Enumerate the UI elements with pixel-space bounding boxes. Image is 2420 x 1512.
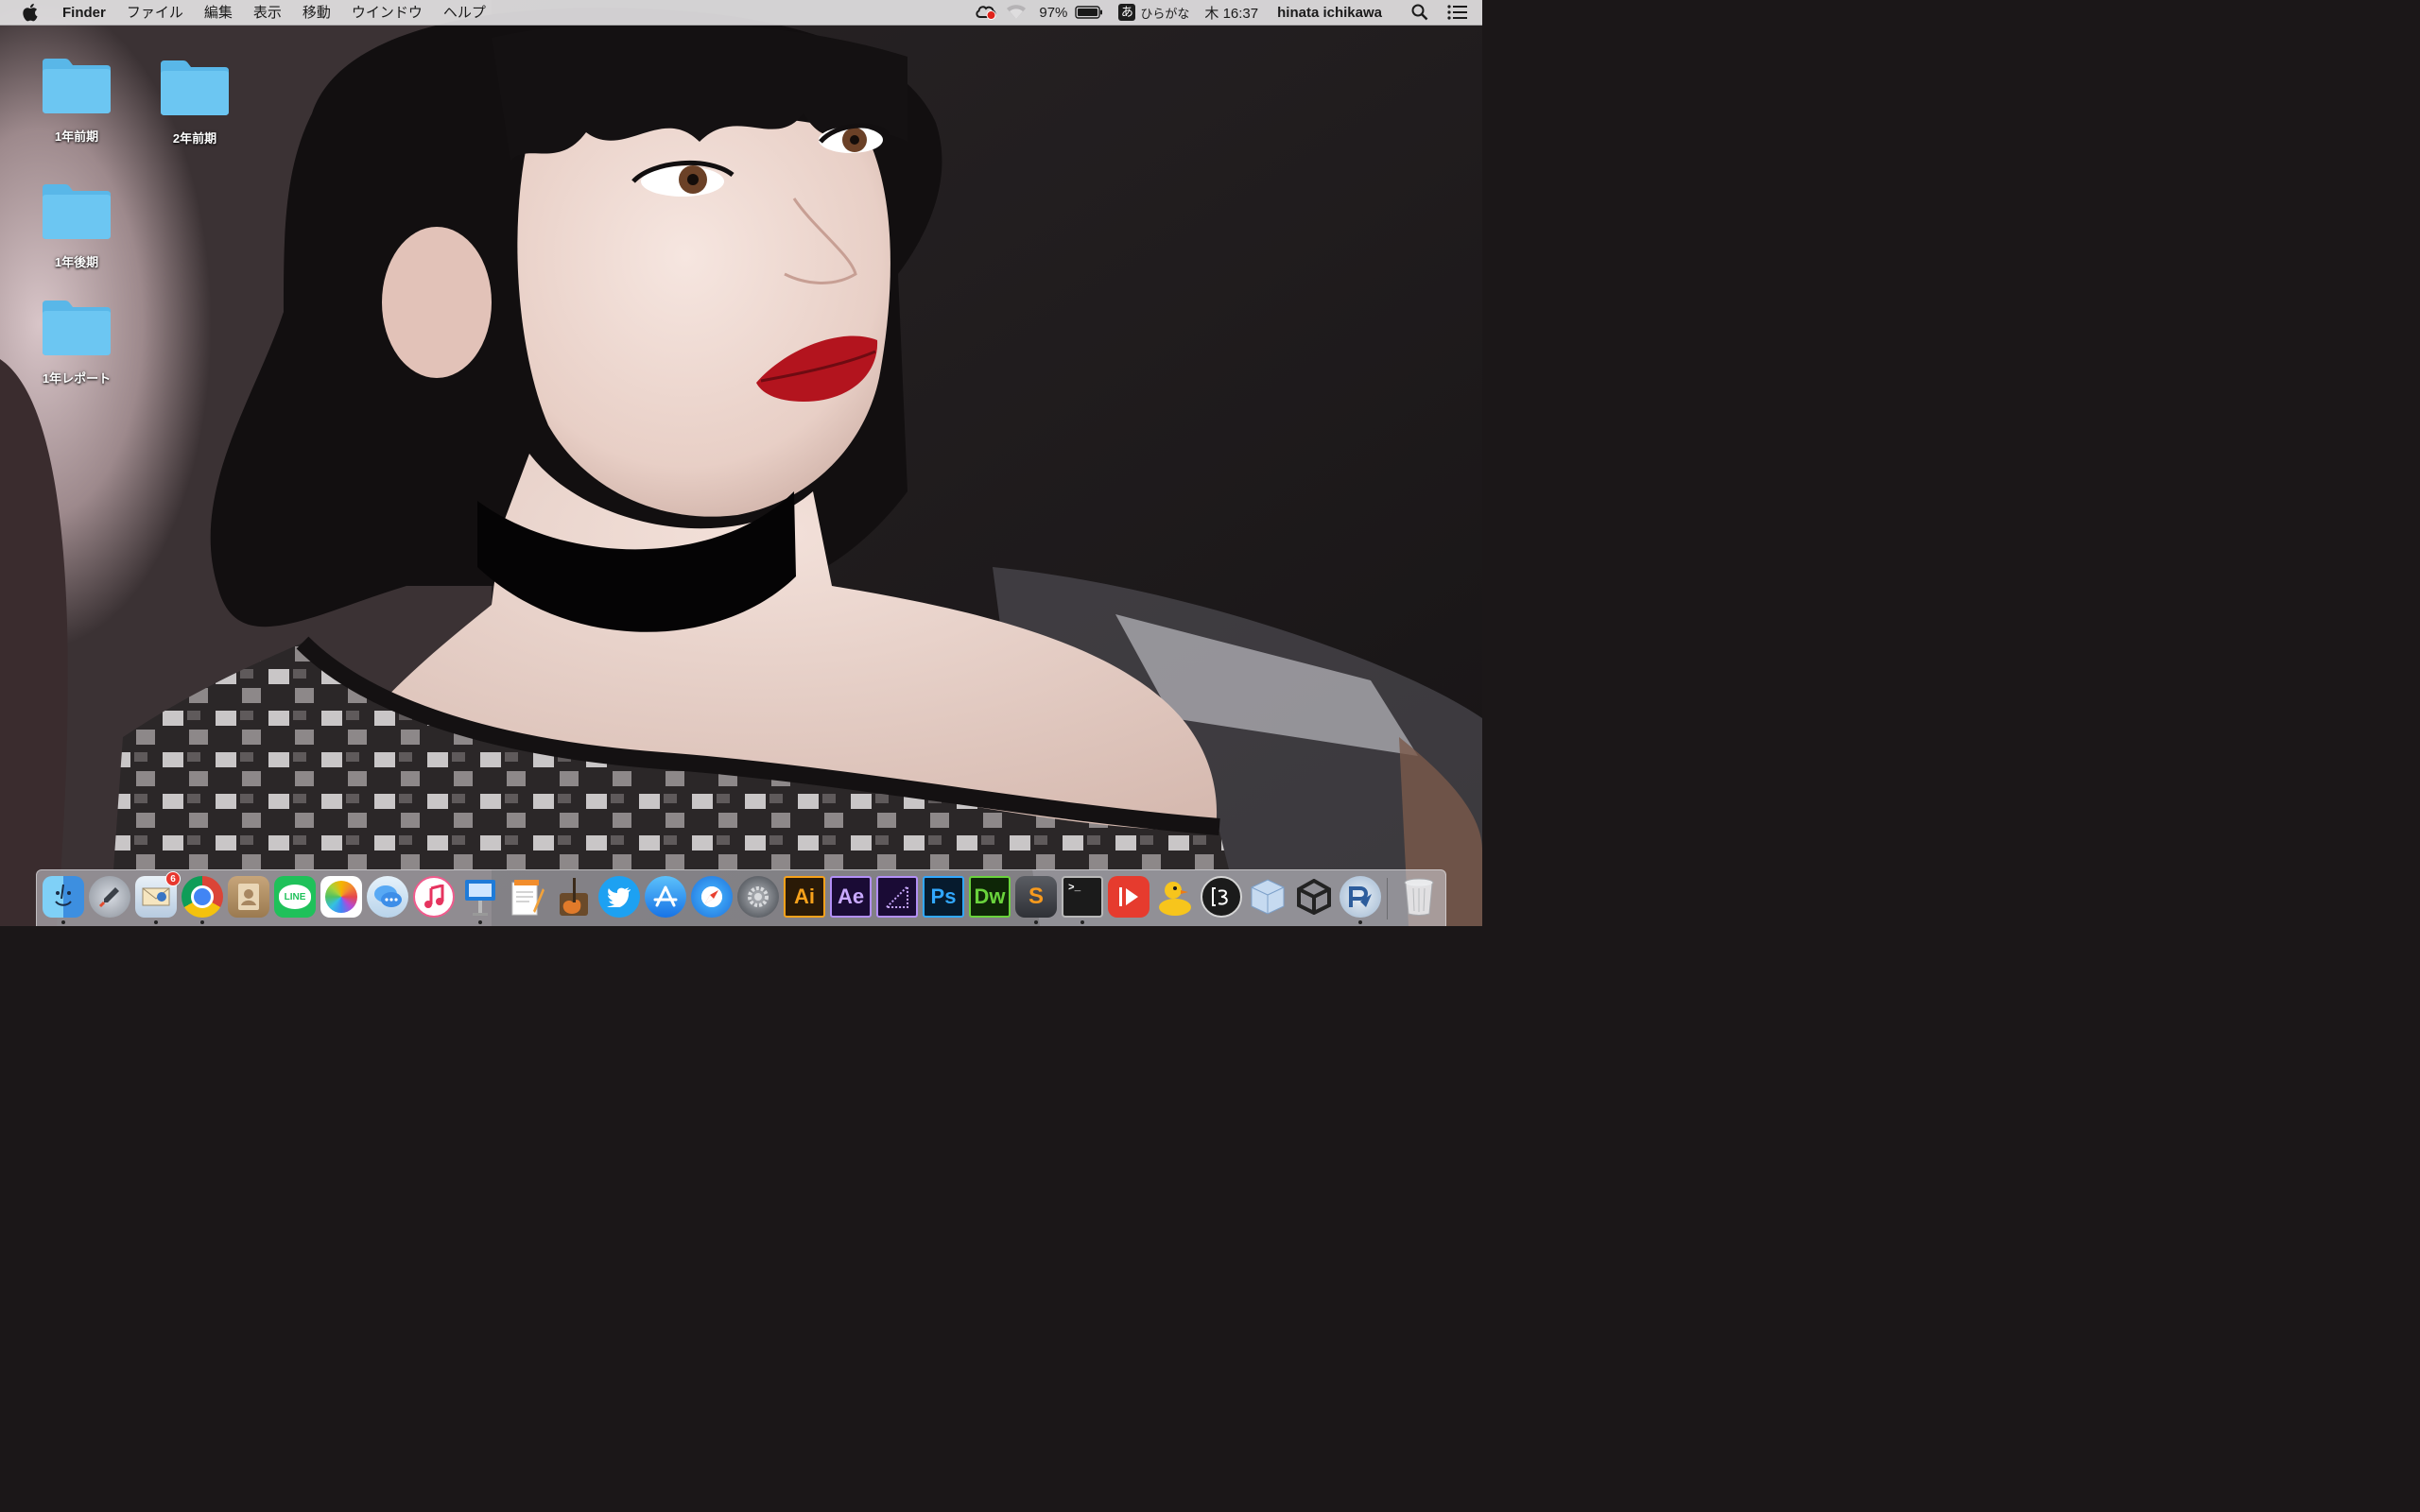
photos-icon[interactable] — [320, 876, 362, 918]
menu-view[interactable]: 表示 — [243, 0, 292, 26]
finder-icon[interactable] — [43, 876, 84, 918]
paw-icon[interactable] — [1340, 876, 1381, 918]
mail-icon[interactable]: 6 — [135, 871, 181, 918]
terminal-icon[interactable]: >_ — [1062, 876, 1103, 918]
menu-file[interactable]: ファイル — [116, 0, 194, 26]
running-indicator — [154, 920, 158, 924]
illustrator-icon[interactable]: Ai — [784, 876, 825, 918]
system-preferences-icon[interactable] — [737, 876, 779, 918]
after-effects-icon[interactable]: Ae — [830, 876, 872, 918]
folder-label: 2年前期 — [172, 131, 217, 146]
messages-icon[interactable] — [367, 876, 408, 918]
running-indicator — [1034, 920, 1038, 924]
folder-icon — [43, 59, 111, 113]
unity-icon[interactable] — [1293, 876, 1335, 918]
menu-window[interactable]: ウインドウ — [341, 0, 433, 26]
hiragana-icon: あ — [1118, 4, 1136, 21]
folder-label: 1年後期 — [54, 255, 99, 269]
chrome-icon[interactable] — [182, 876, 223, 918]
media-encoder-icon[interactable] — [876, 876, 918, 918]
desktop-folder[interactable]: 1年前期 — [25, 57, 129, 145]
apple-menu-icon[interactable] — [21, 2, 42, 23]
menubar-clock[interactable]: 木 16:37 — [1195, 0, 1264, 26]
garageband-icon[interactable] — [552, 876, 594, 918]
twitter-icon[interactable] — [598, 876, 640, 918]
desktop-folder[interactable]: 1年レポート — [25, 299, 129, 387]
spotlight-icon[interactable] — [1401, 0, 1439, 26]
video-player-icon[interactable] — [1108, 876, 1150, 918]
running-indicator — [1358, 920, 1362, 924]
dock-separator — [1387, 878, 1388, 919]
menu-help[interactable]: ヘルプ — [433, 0, 496, 26]
line-label: LINE — [279, 885, 311, 909]
battery-icon[interactable] — [1073, 0, 1105, 26]
app-store-icon[interactable] — [645, 876, 686, 918]
sublime-text-icon[interactable]: S — [1015, 876, 1057, 918]
launchpad-icon[interactable] — [89, 876, 130, 918]
battery-percent: 97% — [1039, 4, 1068, 21]
contacts-icon[interactable] — [228, 876, 269, 918]
line-icon[interactable]: LINE — [274, 876, 316, 918]
desktop-folder[interactable]: 1年後期 — [25, 182, 129, 270]
desktop-folder[interactable]: 2年前期 — [143, 59, 247, 146]
input-method-menu[interactable]: あ ひらがな — [1105, 0, 1195, 26]
folder-label: 1年レポート — [42, 371, 112, 386]
running-indicator — [1080, 920, 1084, 924]
notification-center-icon[interactable] — [1439, 0, 1477, 26]
dock: 6 LINE Ai Ae Ps Dw S >_ — [36, 869, 1446, 926]
creative-cloud-icon[interactable] — [973, 0, 999, 26]
safari-icon[interactable] — [691, 876, 733, 918]
user-menu[interactable]: hinata ichikawa — [1264, 0, 1388, 26]
itunes-icon[interactable] — [413, 876, 455, 918]
trash-icon[interactable] — [1398, 876, 1440, 918]
mail-badge: 6 — [165, 871, 181, 886]
virtualbox-icon[interactable] — [1247, 876, 1288, 918]
folder-icon — [43, 184, 111, 239]
folder-icon — [161, 60, 229, 115]
keynote-icon[interactable] — [459, 876, 501, 918]
running-indicator — [200, 920, 204, 924]
cyberduck-icon[interactable] — [1154, 876, 1196, 918]
app-menu-finder[interactable]: Finder — [60, 0, 116, 26]
menu-edit[interactable]: 編集 — [194, 0, 243, 26]
running-indicator — [478, 920, 482, 924]
pages-icon[interactable] — [506, 876, 547, 918]
menu-bar: Finder ファイル 編集 表示 移動 ウインドウ ヘルプ 97% あ ひらが… — [0, 0, 1482, 26]
folder-icon — [43, 301, 111, 355]
dreamweaver-icon[interactable]: Dw — [969, 876, 1011, 918]
bracket-editor-icon[interactable] — [1201, 876, 1242, 918]
running-indicator — [61, 920, 65, 924]
photoshop-icon[interactable]: Ps — [923, 876, 964, 918]
menu-go[interactable]: 移動 — [292, 0, 341, 26]
folder-label: 1年前期 — [54, 129, 99, 144]
wifi-icon[interactable] — [999, 0, 1033, 26]
input-method-label: ひらがな — [1140, 6, 1190, 21]
